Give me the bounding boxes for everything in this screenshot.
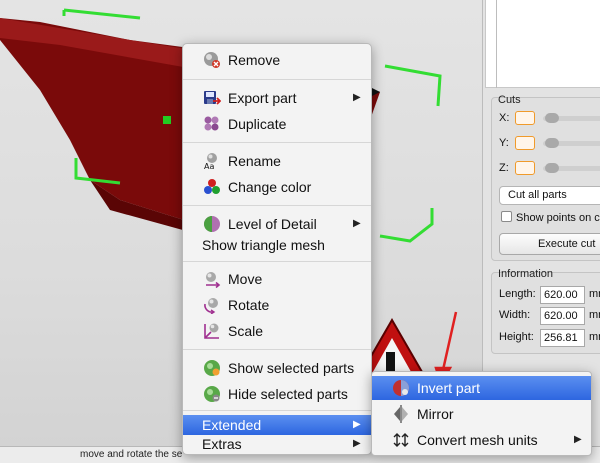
menu-item-mirror[interactable]: Mirror	[372, 402, 591, 426]
checkbox-icon[interactable]	[501, 211, 512, 222]
width-value[interactable]: 620.00	[540, 307, 585, 325]
cuts-title: Cuts	[498, 94, 521, 106]
rename-icon: Aa	[204, 153, 217, 170]
menu-item-show-triangle-mesh[interactable]: Show triangle mesh	[183, 233, 371, 257]
menu-item-remove[interactable]: Remove	[183, 48, 371, 72]
selection-handle	[163, 116, 171, 124]
cut-mode-select[interactable]: Cut all parts	[499, 186, 600, 205]
menu-item-rotate[interactable]: Rotate	[183, 293, 371, 317]
invert-part-icon	[393, 380, 409, 396]
menu-item-extras[interactable]: Extras ▶	[183, 434, 371, 454]
cut-y-toggle[interactable]	[515, 136, 535, 150]
cut-x-slider[interactable]	[545, 113, 559, 123]
cut-z-slider[interactable]	[545, 163, 559, 173]
rotate-icon	[204, 298, 218, 314]
cut-y-slider[interactable]	[545, 138, 559, 148]
change-color-icon	[204, 179, 220, 194]
mirror-icon	[394, 405, 408, 423]
hide-parts-icon	[204, 386, 220, 402]
submenu-arrow-icon: ▶	[574, 434, 582, 445]
remove-icon	[204, 52, 220, 68]
menu-item-rename[interactable]: Aa Rename	[183, 149, 371, 173]
menu-item-change-color[interactable]: Change color	[183, 175, 371, 199]
menu-item-duplicate[interactable]: Duplicate	[183, 112, 371, 136]
submenu-arrow-icon: ▶	[353, 419, 361, 430]
height-value[interactable]: 256.81	[540, 329, 585, 347]
cut-x-toggle[interactable]	[515, 111, 535, 125]
menu-item-move[interactable]: Move	[183, 267, 371, 291]
level-of-detail-icon	[204, 216, 220, 232]
menu-item-show-selected-parts[interactable]: Show selected parts	[183, 356, 371, 380]
show-parts-icon	[204, 360, 220, 376]
cut-z-toggle[interactable]	[515, 161, 535, 175]
execute-cut-button[interactable]: Execute cut	[499, 233, 600, 255]
menu-item-export-part[interactable]: Export part ▶	[183, 86, 371, 110]
information-title: Information	[498, 268, 554, 280]
show-points-checkbox[interactable]: Show points on c	[501, 211, 600, 224]
move-icon	[206, 272, 221, 288]
convert-units-icon	[393, 433, 409, 447]
submenu-arrow-icon: ▶	[353, 92, 361, 103]
svg-text:Aa: Aa	[204, 162, 214, 170]
menu-item-invert-part[interactable]: Invert part	[372, 376, 591, 400]
export-part-icon	[204, 91, 221, 105]
submenu-arrow-icon: ▶	[353, 438, 361, 449]
menu-item-extended[interactable]: Extended ▶	[183, 415, 371, 435]
duplicate-icon	[204, 116, 219, 131]
context-menu: Remove Export part ▶ Duplicate Aa Rename…	[182, 43, 372, 455]
scale-icon	[204, 323, 219, 339]
menu-item-convert-mesh-units[interactable]: Convert mesh units ▶	[372, 428, 591, 452]
extended-submenu: Invert part Mirror Convert mesh units ▶	[371, 371, 592, 456]
menu-item-scale[interactable]: Scale	[183, 319, 371, 343]
menu-item-hide-selected-parts[interactable]: Hide selected parts	[183, 382, 371, 406]
parts-list[interactable]	[485, 0, 600, 88]
length-value[interactable]: 620.00	[540, 286, 585, 304]
